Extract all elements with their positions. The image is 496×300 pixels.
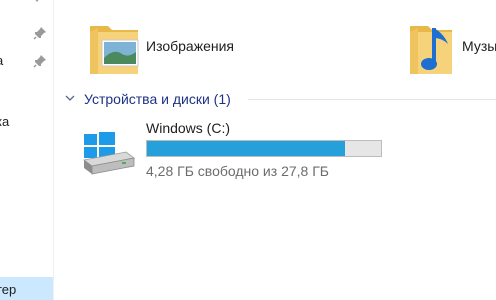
folder-tile-music[interactable]: Музы bbox=[408, 0, 496, 80]
folder-tile-pictures[interactable]: Изображения bbox=[88, 0, 288, 80]
pin-icon[interactable] bbox=[33, 54, 47, 68]
drive-tile-c[interactable]: Windows (C:) 4,28 ГБ свободно из 27,8 ГБ bbox=[80, 118, 390, 186]
pin-icon[interactable] bbox=[30, 0, 48, 6]
drive-name: Windows (C:) bbox=[146, 120, 231, 136]
drive-free-space: 4,28 ГБ свободно из 27,8 ГБ bbox=[146, 163, 329, 179]
group-header-devices[interactable]: Устройства и диски (1) bbox=[64, 89, 496, 109]
pane-divider bbox=[53, 0, 54, 300]
nav-item-label: ка bbox=[0, 114, 10, 129]
navigation-pane: а ка тер bbox=[0, 0, 53, 300]
drive-usage-fill bbox=[147, 141, 345, 156]
folder-label: Музы bbox=[462, 38, 496, 54]
chevron-down-icon[interactable] bbox=[64, 92, 76, 104]
drive-usage-bar bbox=[146, 140, 382, 157]
music-folder-icon bbox=[410, 26, 452, 74]
nav-item-partial[interactable]: ка bbox=[0, 111, 53, 133]
pin-icon[interactable] bbox=[33, 26, 47, 40]
folder-label: Изображения bbox=[146, 38, 234, 54]
nav-item-label: тер bbox=[0, 282, 17, 297]
divider bbox=[248, 99, 496, 100]
pictures-folder-icon bbox=[90, 26, 139, 74]
group-title: Устройства и диски (1) bbox=[84, 91, 231, 107]
windows-drive-icon bbox=[83, 132, 135, 175]
nav-item-selected[interactable]: тер bbox=[0, 277, 53, 300]
